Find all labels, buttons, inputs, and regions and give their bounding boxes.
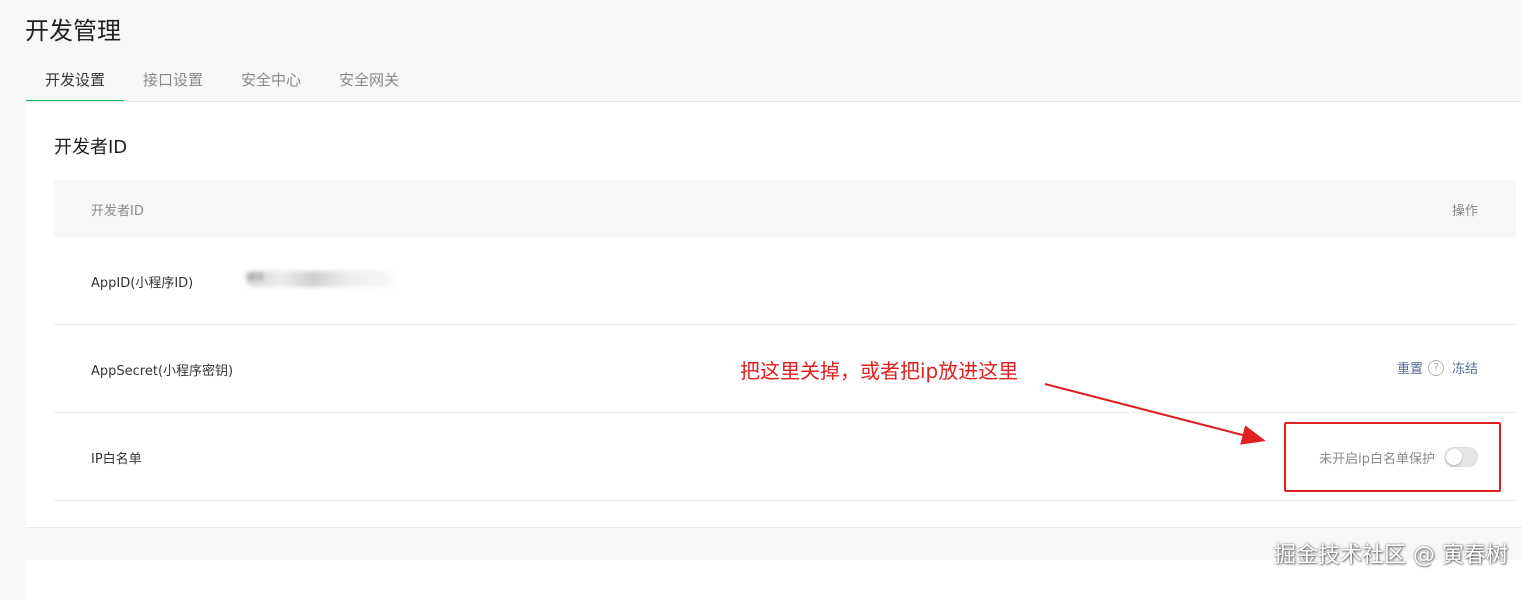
appsecret-label: AppSecret(小程序密钥) xyxy=(91,364,234,379)
tab-bar: 开发设置 接口设置 安全中心 安全网关 xyxy=(26,62,418,102)
reset-button[interactable]: 重置 xyxy=(1397,358,1423,377)
header-developer-id: 开发者ID xyxy=(91,204,144,219)
section-title: 开发者ID xyxy=(54,137,128,158)
watermark: 掘金技术社区 @ 寅春树 xyxy=(1274,543,1508,568)
tab-security-gateway[interactable]: 安全网关 xyxy=(320,62,418,102)
page-title: 开发管理 xyxy=(25,17,121,45)
header-operations: 操作 xyxy=(1451,204,1478,219)
table-header: 开发者ID 操作 xyxy=(54,180,1516,237)
tab-security-center[interactable]: 安全中心 xyxy=(222,62,320,102)
ip-whitelist-label: IP白名单 xyxy=(91,452,142,467)
freeze-button[interactable]: 冻结 xyxy=(1452,358,1478,377)
annotation-highlight-box xyxy=(1284,422,1501,492)
tab-api-settings[interactable]: 接口设置 xyxy=(124,62,222,102)
help-icon[interactable]: ? xyxy=(1427,359,1444,376)
appid-label: AppID(小程序ID) xyxy=(91,276,194,291)
annotation-text: 把这里关掉，或者把ip放进这里 xyxy=(740,359,1019,383)
appid-value: wx xyxy=(246,269,265,284)
appid-value-blurred: wx xyxy=(246,269,394,287)
appsecret-operations: 重置 ? 冻结 xyxy=(1397,358,1478,377)
table-row-appid: AppID(小程序ID) wx xyxy=(54,237,1516,325)
tab-dev-settings[interactable]: 开发设置 xyxy=(26,62,125,102)
